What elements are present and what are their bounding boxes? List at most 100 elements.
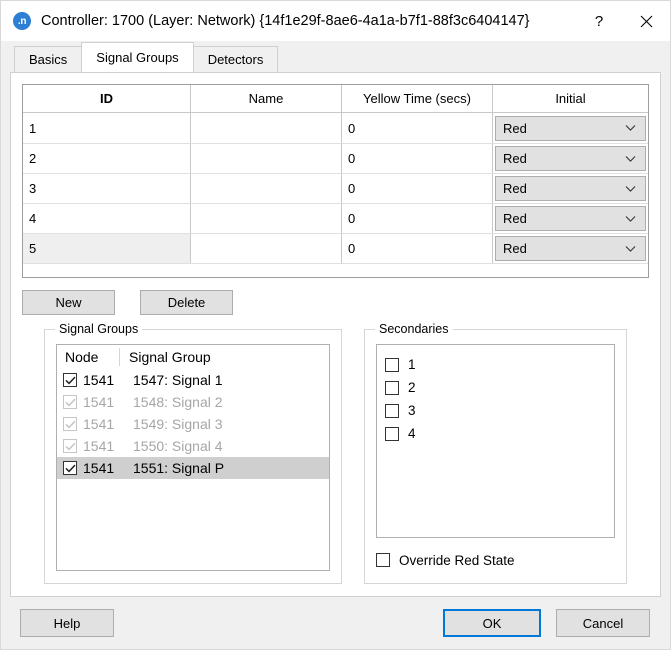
column-header-yellow[interactable]: Yellow Time (secs) (341, 85, 492, 112)
secondary-checkbox[interactable] (385, 358, 399, 372)
secondary-checkbox[interactable] (385, 427, 399, 441)
cell-yellow[interactable]: 0 (341, 144, 492, 173)
table-actions: New Delete (22, 290, 649, 315)
controller-dialog: .n Controller: 1700 (Layer: Network) {14… (0, 0, 671, 650)
chevron-down-icon (625, 215, 636, 222)
table-row[interactable]: 1 0 Red (23, 113, 648, 143)
ok-button[interactable]: OK (443, 609, 541, 637)
cell-name[interactable] (190, 174, 341, 203)
signal-group-checkbox (63, 439, 77, 453)
table-row[interactable]: 2 0 Red (23, 143, 648, 173)
cell-yellow[interactable]: 0 (341, 113, 492, 143)
column-header-name[interactable]: Name (190, 85, 341, 112)
initial-state-dropdown[interactable]: Red (495, 116, 646, 141)
list-item[interactable]: 2 (385, 376, 614, 399)
list-item-group: 1547: Signal 1 (133, 372, 329, 388)
list-item[interactable]: 1541 1547: Signal 1 (57, 369, 329, 391)
cancel-button[interactable]: Cancel (556, 609, 650, 637)
chevron-down-icon (625, 185, 636, 192)
cell-name[interactable] (190, 144, 341, 173)
list-column-group: Signal Group (119, 348, 329, 366)
signal-groups-list[interactable]: Node Signal Group 1541 1547: Signal 1 (56, 344, 330, 571)
secondary-label: 4 (408, 426, 416, 441)
signal-group-checkbox (63, 417, 77, 431)
signal-groups-pane: ID Name Yellow Time (secs) Initial 1 0 R… (10, 72, 661, 597)
list-column-node: Node (57, 349, 119, 365)
initial-state-dropdown[interactable]: Red (495, 146, 646, 171)
cell-name[interactable] (190, 204, 341, 233)
table-row[interactable]: 5 0 Red (23, 233, 648, 263)
help-button[interactable]: Help (20, 609, 114, 637)
cell-initial: Red (492, 234, 648, 263)
table-header-row: ID Name Yellow Time (secs) Initial (23, 85, 648, 113)
cell-name[interactable] (190, 234, 341, 263)
list-item: 1541 1550: Signal 4 (57, 435, 329, 457)
dialog-footer: Help OK Cancel (1, 597, 670, 649)
tab-basics[interactable]: Basics (14, 46, 82, 72)
initial-state-dropdown[interactable]: Red (495, 236, 646, 261)
secondary-label: 1 (408, 357, 416, 372)
close-icon[interactable] (622, 1, 670, 41)
column-header-id[interactable]: ID (23, 85, 190, 112)
override-red-state-row[interactable]: Override Red State (376, 549, 615, 571)
initial-state-value: Red (503, 181, 527, 196)
secondaries-legend: Secondaries (375, 322, 453, 336)
list-item-group: 1550: Signal 4 (133, 438, 329, 454)
cell-id[interactable]: 1 (23, 113, 190, 143)
cell-name[interactable] (190, 113, 341, 143)
tab-signal-groups[interactable]: Signal Groups (81, 42, 193, 72)
cell-yellow[interactable]: 0 (341, 174, 492, 203)
list-item: 1541 1548: Signal 2 (57, 391, 329, 413)
override-red-state-checkbox[interactable] (376, 553, 390, 567)
cell-id[interactable]: 4 (23, 204, 190, 233)
chevron-down-icon (625, 245, 636, 252)
window-title: Controller: 1700 (Layer: Network) {14f1e… (41, 13, 576, 29)
cell-initial: Red (492, 204, 648, 233)
list-item: 1541 1549: Signal 3 (57, 413, 329, 435)
window-controls: ? (576, 1, 670, 41)
signal-group-checkbox[interactable] (63, 461, 77, 475)
list-item-group: 1551: Signal P (133, 460, 329, 476)
cell-id[interactable]: 3 (23, 174, 190, 203)
cell-yellow[interactable]: 0 (341, 204, 492, 233)
signal-group-checkbox[interactable] (63, 373, 77, 387)
table-row[interactable]: 4 0 Red (23, 203, 648, 233)
initial-state-value: Red (503, 121, 527, 136)
signal-groups-legend: Signal Groups (55, 322, 142, 336)
delete-button[interactable]: Delete (140, 290, 233, 315)
cell-id[interactable]: 2 (23, 144, 190, 173)
list-item[interactable]: 4 (385, 422, 614, 445)
initial-state-dropdown[interactable]: Red (495, 206, 646, 231)
cell-id[interactable]: 5 (23, 234, 190, 263)
list-item[interactable]: 1541 1551: Signal P (57, 457, 329, 479)
secondaries-list[interactable]: 1 2 3 4 (376, 344, 615, 538)
initial-state-value: Red (503, 241, 527, 256)
list-item-node: 1541 (77, 394, 133, 410)
tab-detectors[interactable]: Detectors (193, 46, 279, 72)
signal-groups-list-header: Node Signal Group (57, 345, 329, 369)
cell-yellow[interactable]: 0 (341, 234, 492, 263)
list-item[interactable]: 1 (385, 353, 614, 376)
list-item-group: 1548: Signal 2 (133, 394, 329, 410)
list-item[interactable]: 3 (385, 399, 614, 422)
table-empty-area (23, 263, 648, 277)
signal-group-checkbox (63, 395, 77, 409)
secondary-checkbox[interactable] (385, 404, 399, 418)
secondary-label: 2 (408, 380, 416, 395)
initial-state-value: Red (503, 211, 527, 226)
table-row[interactable]: 3 0 Red (23, 173, 648, 203)
lower-panels: Signal Groups Node Signal Group 1541 154… (22, 329, 649, 596)
override-red-state-label: Override Red State (399, 553, 515, 568)
list-item-node: 1541 (77, 460, 133, 476)
initial-state-dropdown[interactable]: Red (495, 176, 646, 201)
help-icon[interactable]: ? (576, 1, 622, 41)
chevron-down-icon (625, 125, 636, 132)
cell-initial: Red (492, 174, 648, 203)
new-button[interactable]: New (22, 290, 115, 315)
list-item-node: 1541 (77, 416, 133, 432)
signal-groups-groupbox: Signal Groups Node Signal Group 1541 154… (44, 329, 342, 584)
list-item-node: 1541 (77, 372, 133, 388)
column-header-initial[interactable]: Initial (492, 85, 648, 112)
chevron-down-icon (625, 155, 636, 162)
secondary-checkbox[interactable] (385, 381, 399, 395)
